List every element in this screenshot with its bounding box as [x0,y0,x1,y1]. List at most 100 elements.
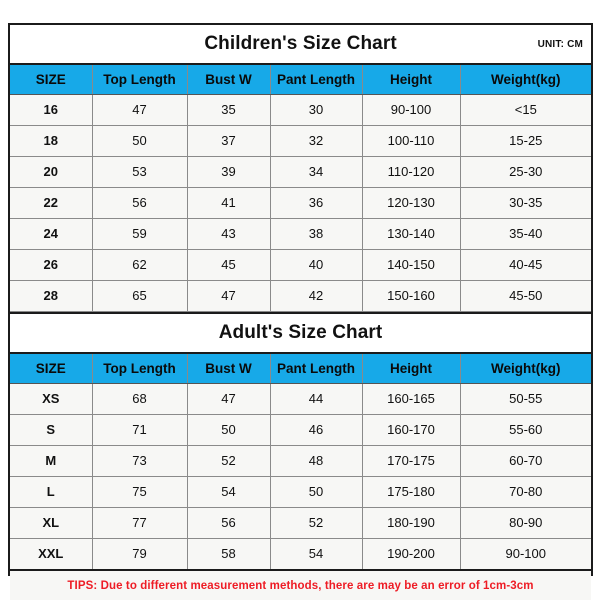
adult-col-header-weight: Weight(kg) [459,352,592,384]
cell-top-length: 50 [91,125,188,157]
cell-size: L [10,476,93,508]
adult-col-header-bust-w: Bust W [186,352,271,384]
cell-pant-length: 52 [269,507,363,539]
adult-col-header-top-length: Top Length [91,352,188,384]
table-row: 28 65 47 42 150-160 45-50 [10,280,592,312]
cell-pant-length: 48 [269,445,363,477]
cell-bust-w: 54 [186,476,271,508]
cell-bust-w: 45 [186,249,271,281]
cell-weight: 90-100 [459,538,592,571]
tips-row: TIPS: Due to different measurement metho… [10,569,592,600]
children-title-cell: Children's Size Chart UNIT: CM [10,25,592,65]
cell-weight: 35-40 [459,218,592,250]
table-row: L 75 54 50 175-180 70-80 [10,476,592,508]
adult-title-cell: Adult's Size Chart [10,312,592,354]
cell-pant-length: 44 [269,383,363,415]
cell-bust-w: 56 [186,507,271,539]
cell-top-length: 53 [91,156,188,188]
cell-top-length: 75 [91,476,188,508]
cell-size: 20 [10,156,93,188]
cell-top-length: 62 [91,249,188,281]
cell-bust-w: 43 [186,218,271,250]
cell-bust-w: 35 [186,94,271,126]
children-header-row: SIZE Top Length Bust W Pant Length Heigh… [10,63,592,95]
size-chart-frame: Children's Size Chart UNIT: CM SIZE Top … [8,23,593,600]
cell-size: 16 [10,94,93,126]
children-chart-title: Children's Size Chart [204,33,397,54]
cell-weight: 70-80 [459,476,592,508]
cell-height: 100-110 [361,125,461,157]
children-size-table: Children's Size Chart UNIT: CM SIZE Top … [10,25,592,312]
cell-pant-length: 32 [269,125,363,157]
adult-col-header-pant-length: Pant Length [269,352,363,384]
cell-top-length: 68 [91,383,188,415]
cell-top-length: 77 [91,507,188,539]
size-chart-page: Children's Size Chart UNIT: CM SIZE Top … [0,0,600,600]
unit-label: UNIT: CM [537,39,584,50]
cell-height: 190-200 [361,538,461,571]
cell-size: 18 [10,125,93,157]
adult-chart-title: Adult's Size Chart [218,322,383,343]
cell-bust-w: 50 [186,414,271,446]
children-col-header-height: Height [361,63,461,95]
cell-top-length: 71 [91,414,188,446]
table-row: XL 77 56 52 180-190 80-90 [10,507,592,539]
cell-pant-length: 36 [269,187,363,219]
cell-bust-w: 58 [186,538,271,571]
table-row: 20 53 39 34 110-120 25-30 [10,156,592,188]
cell-height: 160-165 [361,383,461,415]
cell-top-length: 65 [91,280,188,312]
adult-size-table: Adult's Size Chart SIZE Top Length Bust … [10,312,592,600]
cell-top-length: 59 [91,218,188,250]
cell-weight: 30-35 [459,187,592,219]
children-col-header-top-length: Top Length [91,63,188,95]
table-row: XXL 79 58 54 190-200 90-100 [10,538,592,571]
table-row: S 71 50 46 160-170 55-60 [10,414,592,446]
cell-weight: 80-90 [459,507,592,539]
cell-size: XL [10,507,93,539]
table-row: 18 50 37 32 100-110 15-25 [10,125,592,157]
cell-top-length: 47 [91,94,188,126]
cell-height: 90-100 [361,94,461,126]
cell-top-length: 56 [91,187,188,219]
cell-size: XS [10,383,93,415]
adult-col-header-size: SIZE [10,352,93,384]
cell-top-length: 73 [91,445,188,477]
cell-height: 175-180 [361,476,461,508]
children-title-row: Children's Size Chart UNIT: CM [10,25,592,65]
cell-size: 22 [10,187,93,219]
tips-note: TIPS: Due to different measurement metho… [67,580,534,592]
cell-pant-length: 46 [269,414,363,446]
cell-height: 160-170 [361,414,461,446]
cell-size: S [10,414,93,446]
children-col-header-size: SIZE [10,63,93,95]
cell-weight: 60-70 [459,445,592,477]
cell-size: 26 [10,249,93,281]
cell-height: 120-130 [361,187,461,219]
cell-bust-w: 41 [186,187,271,219]
cell-weight: 45-50 [459,280,592,312]
cell-height: 130-140 [361,218,461,250]
cell-bust-w: 39 [186,156,271,188]
cell-pant-length: 30 [269,94,363,126]
cell-height: 170-175 [361,445,461,477]
cell-size: XXL [10,538,93,571]
cell-pant-length: 34 [269,156,363,188]
table-row: 16 47 35 30 90-100 <15 [10,94,592,126]
cell-weight: 50-55 [459,383,592,415]
cell-bust-w: 37 [186,125,271,157]
cell-height: 180-190 [361,507,461,539]
cell-size: 24 [10,218,93,250]
cell-bust-w: 52 [186,445,271,477]
cell-size: 28 [10,280,93,312]
table-row: 24 59 43 38 130-140 35-40 [10,218,592,250]
cell-height: 140-150 [361,249,461,281]
cell-top-length: 79 [91,538,188,571]
tips-cell: TIPS: Due to different measurement metho… [10,569,592,600]
adult-header-row: SIZE Top Length Bust W Pant Length Heigh… [10,352,592,384]
cell-pant-length: 42 [269,280,363,312]
children-col-header-pant-length: Pant Length [269,63,363,95]
table-row: XS 68 47 44 160-165 50-55 [10,383,592,415]
table-row: 22 56 41 36 120-130 30-35 [10,187,592,219]
children-col-header-weight: Weight(kg) [459,63,592,95]
